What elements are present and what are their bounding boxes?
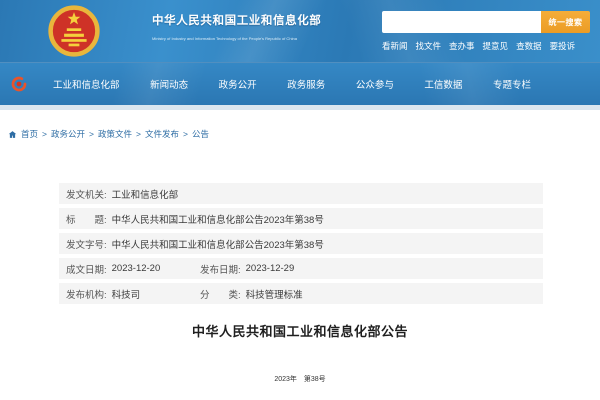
meta-cell: 标 题: 中华人民共和国工业和信息化部公告2023年第38号 <box>66 212 324 226</box>
issue-number-line: 2023年 第38号 <box>0 374 600 384</box>
breadcrumb-file-release[interactable]: 文件发布 <box>145 128 179 140</box>
nav-item-data[interactable]: 工信数据 <box>424 77 462 91</box>
national-emblem-icon <box>47 4 101 58</box>
meta-row-issuing-authority: 发文机关: 工业和信息化部 <box>59 183 543 204</box>
breadcrumb-separator: > <box>183 129 188 139</box>
meta-cell: 发布日期: 2023-12-29 <box>200 262 294 276</box>
search-input[interactable] <box>382 11 541 33</box>
meta-label: 成文日期: <box>66 262 107 276</box>
site-banner: 中华人民共和国工业和信息化部 Ministry of Industry and … <box>0 0 600 62</box>
meta-cell: 成文日期: 2023-12-20 <box>66 262 200 276</box>
breadcrumb-separator: > <box>42 129 47 139</box>
nav-item-miit[interactable]: 工业和信息化部 <box>53 77 120 91</box>
breadcrumb-current: 公告 <box>192 128 209 140</box>
meta-value: 2023-12-20 <box>112 263 161 274</box>
breadcrumb-gov-open[interactable]: 政务公开 <box>51 128 85 140</box>
meta-row-title: 标 题: 中华人民共和国工业和信息化部公告2023年第38号 <box>59 208 543 229</box>
unified-search-button[interactable]: 统一搜索 <box>541 11 590 33</box>
meta-value: 科技管理标准 <box>246 287 303 301</box>
breadcrumb: 首页 > 政务公开 > 政策文件 > 文件发布 > 公告 <box>0 110 600 141</box>
site-subtitle-en: Ministry of Industry and Information Tec… <box>152 37 297 41</box>
meta-label: 发布机构: <box>66 287 107 301</box>
nav-item-news[interactable]: 新闻动态 <box>150 77 188 91</box>
quick-link-files[interactable]: 找文件 <box>416 40 442 52</box>
nav-items: 工业和信息化部 新闻动态 政务公开 政务服务 公众参与 工信数据 专题专栏 <box>53 77 531 91</box>
breadcrumb-home[interactable]: 首页 <box>21 128 38 140</box>
nav-item-gov-open[interactable]: 政务公开 <box>219 77 257 91</box>
document-meta-table: 发文机关: 工业和信息化部 标 题: 中华人民共和国工业和信息化部公告2023年… <box>59 183 543 304</box>
meta-label: 发布日期: <box>200 262 241 276</box>
quick-link-data[interactable]: 查数据 <box>516 40 542 52</box>
breadcrumb-separator: > <box>136 129 141 139</box>
meta-value: 2023-12-29 <box>246 263 295 274</box>
meta-label: 发文字号: <box>66 237 107 251</box>
home-icon[interactable] <box>8 130 17 139</box>
site-title: 中华人民共和国工业和信息化部 <box>152 12 321 28</box>
meta-cell: 发文字号: 中华人民共和国工业和信息化部公告2023年第38号 <box>66 237 324 251</box>
quick-link-suggest[interactable]: 提意见 <box>483 40 509 52</box>
meta-cell: 发文机关: 工业和信息化部 <box>66 187 178 201</box>
breadcrumb-policy-files[interactable]: 政策文件 <box>98 128 132 140</box>
meta-label: 分 类: <box>200 287 241 301</box>
meta-row-publisher-category: 发布机构: 科技司 分 类: 科技管理标准 <box>59 283 543 304</box>
meta-row-document-number: 发文字号: 中华人民共和国工业和信息化部公告2023年第38号 <box>59 233 543 254</box>
meta-value: 工业和信息化部 <box>112 187 179 201</box>
search-bar: 统一搜索 <box>382 11 590 33</box>
meta-cell: 发布机构: 科技司 <box>66 287 200 301</box>
meta-label: 发文机关: <box>66 187 107 201</box>
meta-value: 中华人民共和国工业和信息化部公告2023年第38号 <box>112 212 324 226</box>
nav-item-gov-services[interactable]: 政务服务 <box>287 77 325 91</box>
quick-links: 看新闻 找文件 查办事 提意见 查数据 要投诉 <box>382 40 575 52</box>
quick-link-services[interactable]: 查办事 <box>449 40 475 52</box>
meta-cell: 分 类: 科技管理标准 <box>200 287 303 301</box>
nav-item-participation[interactable]: 公众参与 <box>356 77 394 91</box>
quick-link-complaint[interactable]: 要投诉 <box>550 40 576 52</box>
meta-row-dates: 成文日期: 2023-12-20 发布日期: 2023-12-29 <box>59 258 543 279</box>
quick-link-news[interactable]: 看新闻 <box>382 40 408 52</box>
page-title: 中华人民共和国工业和信息化部公告 <box>0 321 600 340</box>
meta-label: 标 题: <box>66 212 107 226</box>
nav-item-topics[interactable]: 专题专栏 <box>493 77 531 91</box>
breadcrumb-separator: > <box>89 129 94 139</box>
main-nav: 工业和信息化部 新闻动态 政务公开 政务服务 公众参与 工信数据 专题专栏 <box>0 62 600 105</box>
meta-value: 中华人民共和国工业和信息化部公告2023年第38号 <box>112 237 324 251</box>
miit-swirl-logo-icon[interactable] <box>10 75 28 93</box>
meta-value: 科技司 <box>112 287 141 301</box>
